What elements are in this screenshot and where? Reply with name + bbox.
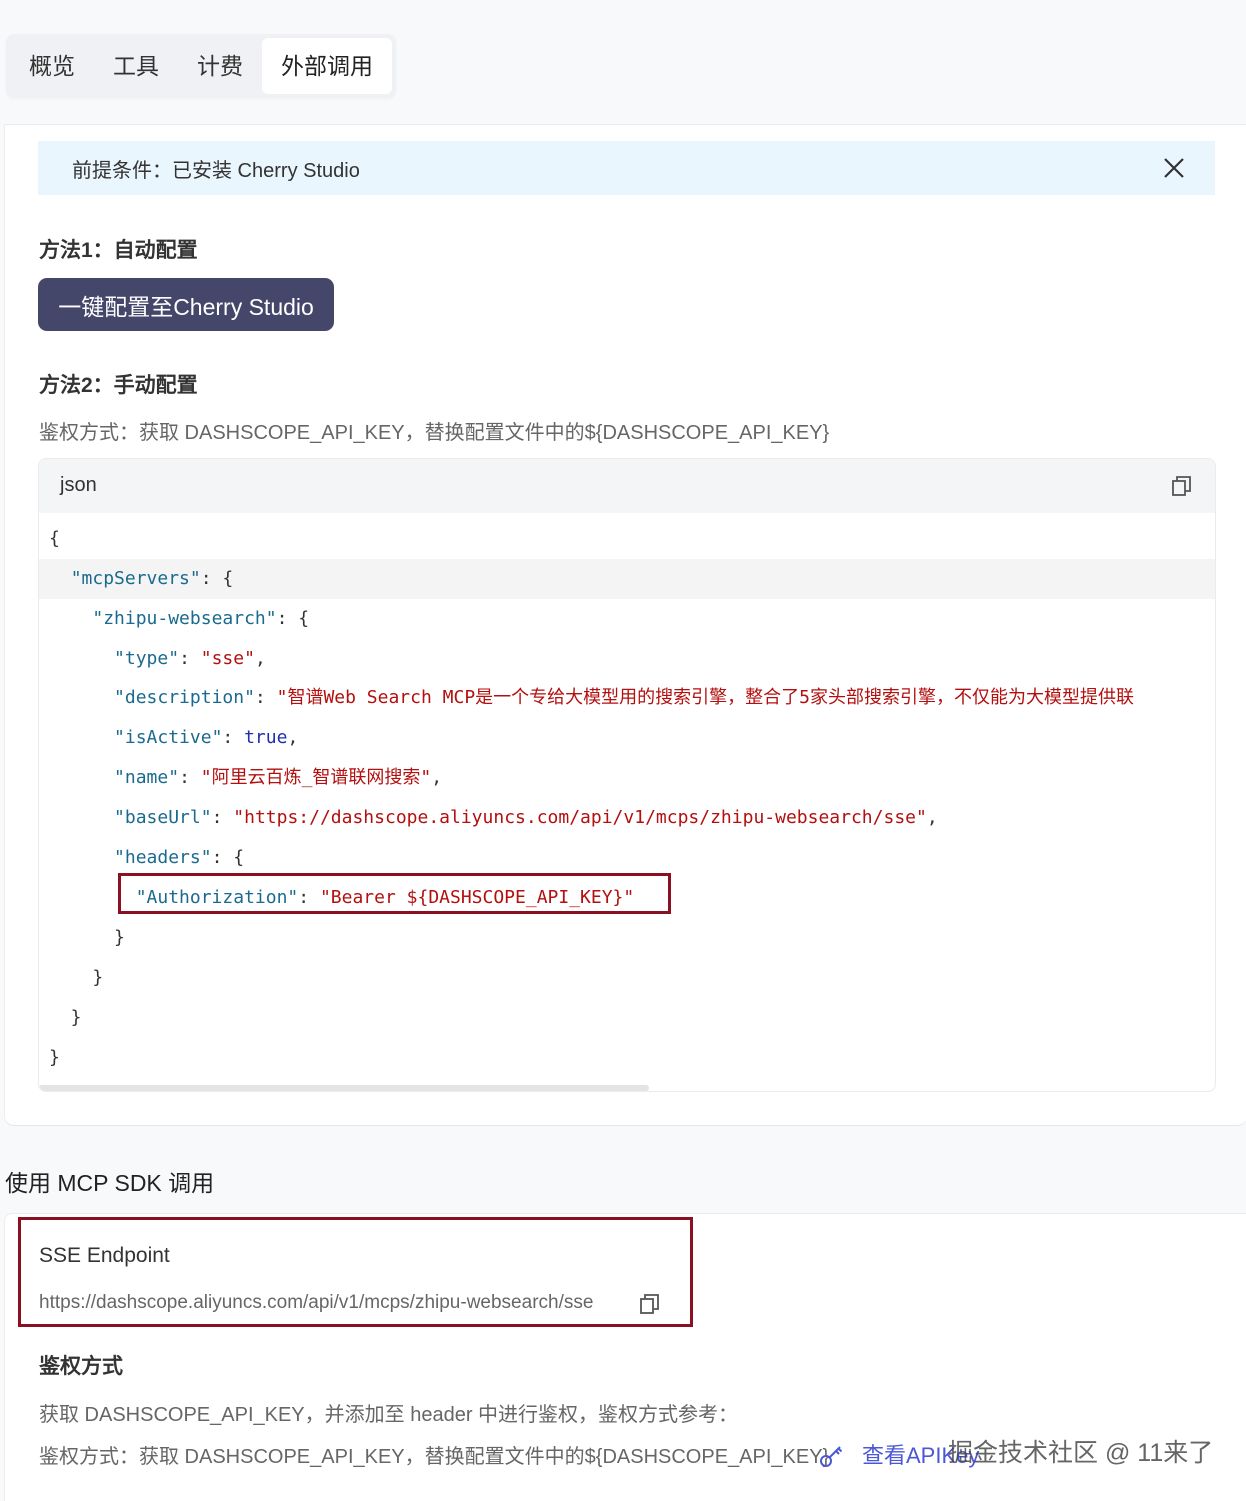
tab-bar: 概览 工具 计费 外部调用 (6, 34, 396, 98)
code-line: { (49, 528, 60, 549)
tab-external-call[interactable]: 外部调用 (262, 38, 392, 94)
tab-billing[interactable]: 计费 (178, 38, 262, 94)
code-line: "mcpServers": { (39, 559, 1215, 599)
sdk-section-title: 使用 MCP SDK 调用 (5, 1170, 215, 1196)
code-line: "isActive": true, (114, 727, 299, 748)
method2-title: 方法2：手动配置 (39, 374, 198, 397)
code-line: "name": "阿里云百炼_智谱联网搜索", (114, 767, 443, 788)
horizontal-scrollbar[interactable] (39, 1085, 649, 1091)
code-block: json { "mcpServers": { "zhipu-websearch"… (38, 458, 1216, 1092)
code-line: "description": "智谱Web Search MCP是一个专给大模型… (114, 687, 1134, 708)
code-line: "headers": { (114, 847, 245, 868)
code-line: "baseUrl": "https://dashscope.aliyuncs.c… (114, 807, 938, 828)
code-header: json (39, 459, 1215, 513)
code-language-label: json (60, 474, 97, 496)
key-icon (820, 1446, 843, 1467)
method2-auth-desc: 鉴权方式：获取 DASHSCOPE_API_KEY，替换配置文件中的${DASH… (39, 422, 830, 444)
authorization-highlight-box (118, 873, 671, 914)
code-line: } (49, 1007, 82, 1028)
code-line: } (49, 967, 104, 988)
sse-endpoint-label: SSE Endpoint (39, 1244, 170, 1267)
one-click-config-button[interactable]: 一键配置至Cherry Studio (38, 278, 334, 331)
auth-title: 鉴权方式 (39, 1355, 123, 1378)
copy-url-icon[interactable] (639, 1293, 661, 1315)
view-api-link-text: 查看API (862, 1443, 942, 1468)
sse-endpoint-url: https://dashscope.aliyuncs.com/api/v1/mc… (39, 1292, 594, 1313)
copy-icon[interactable] (1171, 475, 1193, 497)
auth-desc-row: 鉴权方式：获取 DASHSCOPE_API_KEY，替换配置文件中的${DASH… (39, 1446, 830, 1468)
code-line: } (49, 927, 125, 948)
code-line: "type": "sse", (114, 648, 266, 669)
method1-title: 方法1：自动配置 (39, 239, 198, 262)
tab-tools[interactable]: 工具 (94, 38, 178, 94)
tab-overview[interactable]: 概览 (10, 38, 94, 94)
watermark: 掘金技术社区 @ 11来了 (948, 1439, 1214, 1467)
code-line: "zhipu-websearch": { (92, 608, 310, 629)
prerequisite-notice: 前提条件：已安装 Cherry Studio (38, 141, 1215, 195)
notice-text: 前提条件：已安装 Cherry Studio (72, 159, 360, 182)
code-line: } (49, 1047, 60, 1068)
close-icon[interactable] (1161, 155, 1187, 181)
auth-text: 获取 DASHSCOPE_API_KEY，并添加至 header 中进行鉴权，鉴… (39, 1404, 739, 1426)
